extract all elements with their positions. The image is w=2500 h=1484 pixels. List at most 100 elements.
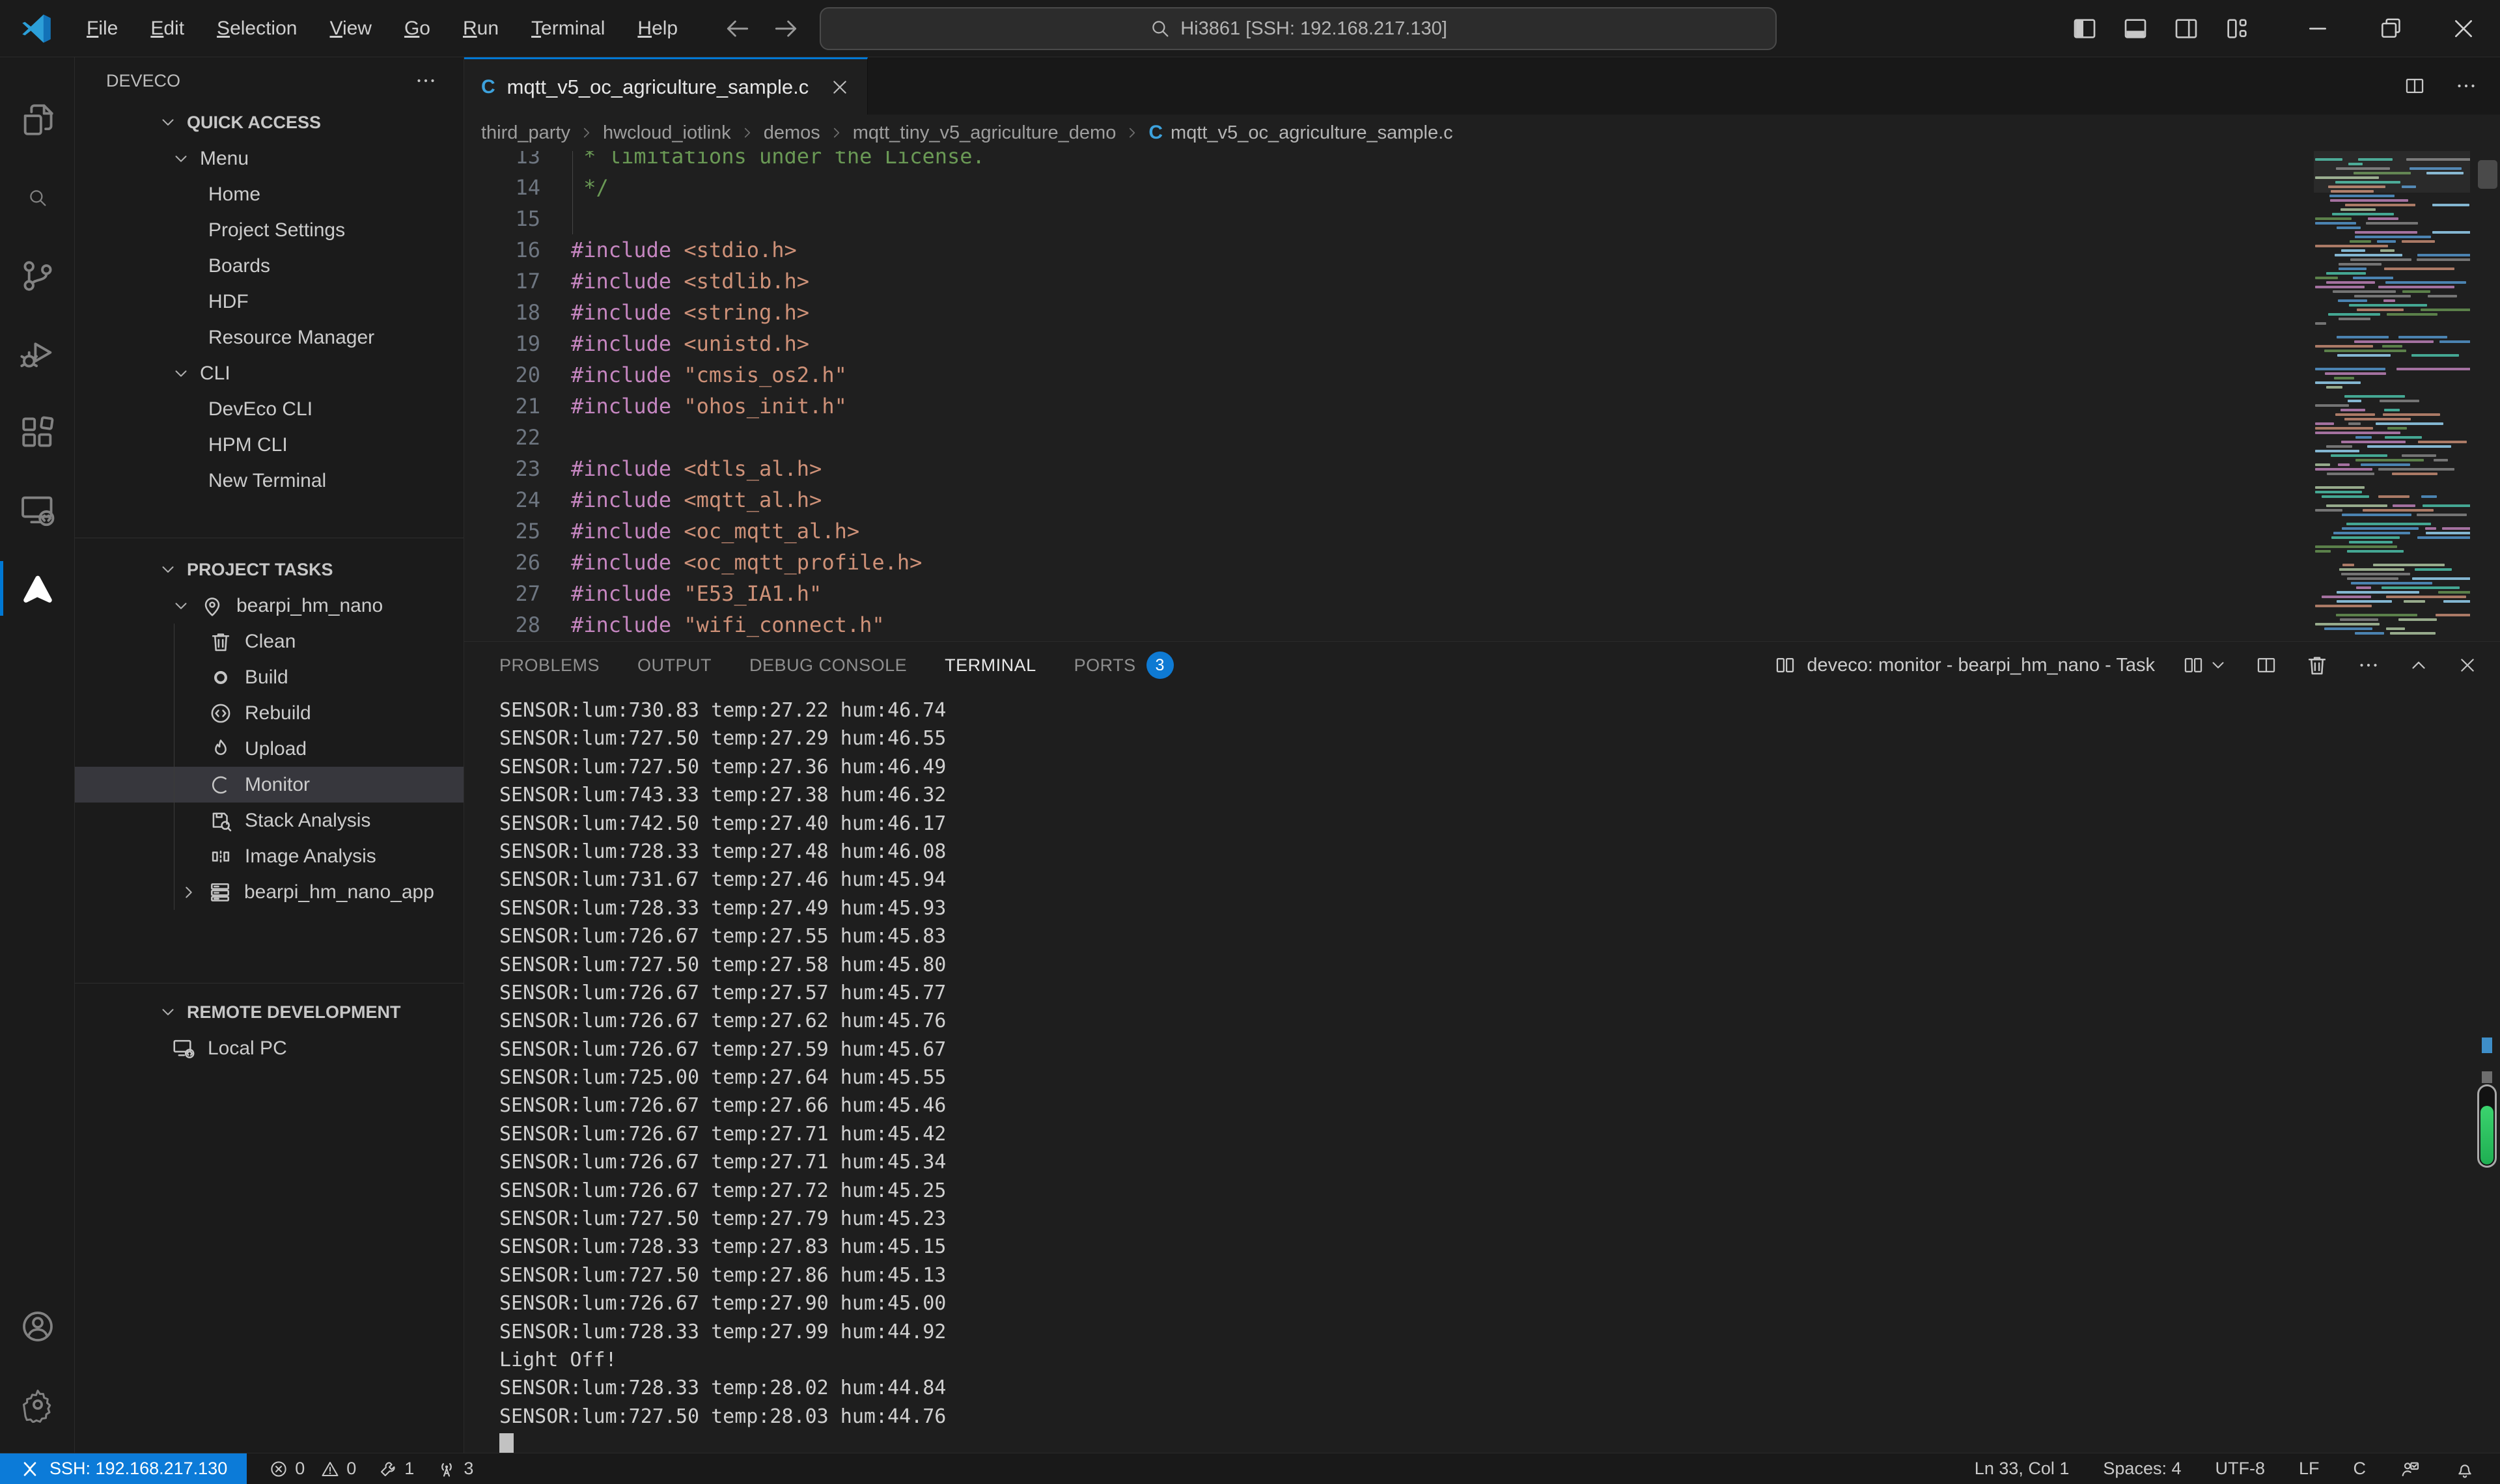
split-editor-icon[interactable] xyxy=(2404,75,2426,97)
minimap-line xyxy=(2443,600,2470,603)
activity-source-control-icon[interactable] xyxy=(0,237,75,315)
sidebar-item-project-settings[interactable]: Project Settings xyxy=(75,212,464,248)
panel-tab-terminal[interactable]: TERMINAL xyxy=(945,655,1036,676)
command-center-search[interactable]: Hi3861 [SSH: 192.168.217.130] xyxy=(820,7,1777,50)
menu-item-terminal[interactable]: Terminal xyxy=(515,8,621,49)
panel-tab-ports[interactable]: PORTS3 xyxy=(1074,652,1174,679)
sidebar-item-upload[interactable]: Upload xyxy=(75,731,464,767)
language-mode[interactable]: C xyxy=(2354,1459,2367,1479)
breadcrumb-item-hwcloud-iotlink[interactable]: hwcloud_iotlink xyxy=(603,122,731,144)
close-window-button[interactable] xyxy=(2427,0,2500,57)
sidebar-item-local-pc[interactable]: Local PC xyxy=(75,1030,464,1066)
minimap-line xyxy=(2432,231,2470,234)
breadcrumb-item-demos[interactable]: demos xyxy=(764,122,820,144)
sidebar-item-stack-analysis[interactable]: Stack Analysis xyxy=(75,803,464,838)
minimap-line xyxy=(2341,441,2406,443)
editor-scrollbar[interactable] xyxy=(2478,160,2497,189)
toggle-sidebar-icon[interactable] xyxy=(2066,10,2103,47)
notifications-bell-icon[interactable] xyxy=(2454,1459,2475,1479)
terminal-session[interactable]: deveco: monitor - bearpi_hm_nano - Task xyxy=(1774,654,2155,676)
tools-status[interactable]: 1 xyxy=(378,1459,414,1479)
menu-item-file[interactable]: File xyxy=(70,8,134,49)
activity-run-debug-icon[interactable] xyxy=(0,315,75,393)
sidebar-item-home[interactable]: Home xyxy=(75,176,464,212)
section-quick-access[interactable]: QUICK ACCESS xyxy=(75,104,464,141)
ports-status[interactable]: 3 xyxy=(436,1459,473,1479)
minimap-line xyxy=(2383,413,2440,416)
customize-layout-icon[interactable] xyxy=(2219,10,2255,47)
activity-settings-icon[interactable] xyxy=(0,1366,75,1444)
activity-explorer-icon[interactable] xyxy=(0,81,75,159)
minimap-line xyxy=(2326,386,2342,389)
menu-item-view[interactable]: View xyxy=(313,8,387,49)
sidebar-item-menu[interactable]: Menu xyxy=(75,141,464,176)
close-panel-icon[interactable] xyxy=(2457,655,2478,676)
maximize-panel-icon[interactable] xyxy=(2408,654,2430,676)
toggle-panel-icon[interactable] xyxy=(2117,10,2154,47)
trash-icon xyxy=(208,629,233,654)
kill-terminal-icon[interactable] xyxy=(2305,653,2329,678)
sidebar-item-new-terminal[interactable]: New Terminal xyxy=(75,463,464,499)
eol-sequence[interactable]: LF xyxy=(2299,1459,2320,1479)
menu-item-help[interactable]: Help xyxy=(621,8,694,49)
toggle-secondary-sidebar-icon[interactable] xyxy=(2168,10,2204,47)
minimap-line xyxy=(2382,586,2460,589)
sidebar-item-build[interactable]: Build xyxy=(75,659,464,695)
editor-more-actions-icon[interactable] xyxy=(2454,74,2478,98)
sidebar-item-bearpi-hm-nano-app[interactable]: bearpi_hm_nano_app xyxy=(75,874,464,910)
back-arrow-icon[interactable] xyxy=(723,14,752,43)
panel-tab-problems[interactable]: PROBLEMS xyxy=(499,655,600,676)
sidebar-item-rebuild[interactable]: Rebuild xyxy=(75,695,464,731)
sidebar-item-cli[interactable]: CLI xyxy=(75,355,464,391)
tab-mqtt-v5-oc-agriculture-sample[interactable]: C mqtt_v5_oc_agriculture_sample.c xyxy=(464,57,868,115)
section-remote-development[interactable]: REMOTE DEVELOPMENT xyxy=(75,994,464,1030)
panel-tab-debug-console[interactable]: DEBUG CONSOLE xyxy=(749,655,907,676)
sidebar: DEVECO QUICK ACCESSMenuHomeProject Setti… xyxy=(75,57,464,1453)
minimap-line xyxy=(2344,418,2411,420)
tab-close-icon[interactable] xyxy=(829,77,850,98)
section-project-tasks[interactable]: PROJECT TASKS xyxy=(75,551,464,588)
minimap[interactable] xyxy=(2314,151,2470,641)
breadcrumb-item-mqtt-tiny-v5-agriculture-demo[interactable]: mqtt_tiny_v5_agriculture_demo xyxy=(853,122,1117,144)
sidebar-more-actions-icon[interactable] xyxy=(414,69,438,92)
launch-profile-icon[interactable] xyxy=(2182,654,2228,676)
activity-deveco-icon[interactable] xyxy=(0,549,75,627)
terminal-line: SENSOR:lum:742.50 temp:27.40 hum:46.17 xyxy=(499,810,2500,838)
sidebar-item-image-analysis[interactable]: Image Analysis xyxy=(75,838,464,874)
restore-button[interactable] xyxy=(2354,0,2427,57)
panel-more-actions-icon[interactable] xyxy=(2357,653,2380,677)
activity-remote-explorer-icon[interactable] xyxy=(0,471,75,549)
encoding[interactable]: UTF-8 xyxy=(2215,1459,2265,1479)
sidebar-item-boards[interactable]: Boards xyxy=(75,248,464,284)
terminal-line: SENSOR:lum:728.33 temp:27.83 hum:45.15 xyxy=(499,1233,2500,1261)
menu-item-edit[interactable]: Edit xyxy=(134,8,201,49)
forward-arrow-icon[interactable] xyxy=(771,14,800,43)
breadcrumb-item-third-party[interactable]: third_party xyxy=(481,122,570,144)
activity-account-icon[interactable] xyxy=(0,1287,75,1366)
code-line: 26#include <oc_mqtt_profile.h> xyxy=(464,547,2500,578)
minimize-button[interactable] xyxy=(2281,0,2354,57)
cursor-position[interactable]: Ln 33, Col 1 xyxy=(1975,1459,2070,1479)
terminal-output[interactable]: SENSOR:lum:730.83 temp:27.22 hum:46.74SE… xyxy=(464,689,2500,1453)
indentation[interactable]: Spaces: 4 xyxy=(2103,1459,2181,1479)
menu-item-go[interactable]: Go xyxy=(388,8,447,49)
activity-search-icon[interactable] xyxy=(0,159,75,237)
menu-item-selection[interactable]: Selection xyxy=(201,8,313,49)
sidebar-item-hpm-cli[interactable]: HPM CLI xyxy=(75,427,464,463)
feedback-icon[interactable] xyxy=(2400,1459,2421,1479)
sidebar-item-hdf[interactable]: HDF xyxy=(75,284,464,320)
sidebar-item-resource-manager[interactable]: Resource Manager xyxy=(75,320,464,355)
sidebar-item-monitor[interactable]: Monitor xyxy=(75,767,464,803)
panel-tab-output[interactable]: OUTPUT xyxy=(637,655,712,676)
activity-extensions-icon[interactable] xyxy=(0,393,75,471)
sidebar-item-clean[interactable]: Clean xyxy=(75,624,464,659)
split-terminal-icon[interactable] xyxy=(2255,654,2277,676)
sidebar-item-deveco-cli[interactable]: DevEco CLI xyxy=(75,391,464,427)
problems-status[interactable]: 0 0 xyxy=(269,1459,356,1479)
code-editor[interactable]: 13 * limitations under the License.14 */… xyxy=(464,151,2500,641)
breadcrumb-item-mqtt-v5-oc-agriculture-sample-c[interactable]: mqtt_v5_oc_agriculture_sample.c xyxy=(1171,122,1453,144)
remote-indicator[interactable]: SSH: 192.168.217.130 xyxy=(0,1453,247,1484)
minimap-line xyxy=(2355,236,2431,238)
menu-item-run[interactable]: Run xyxy=(447,8,515,49)
sidebar-item-bearpi-hm-nano[interactable]: bearpi_hm_nano xyxy=(75,588,464,624)
